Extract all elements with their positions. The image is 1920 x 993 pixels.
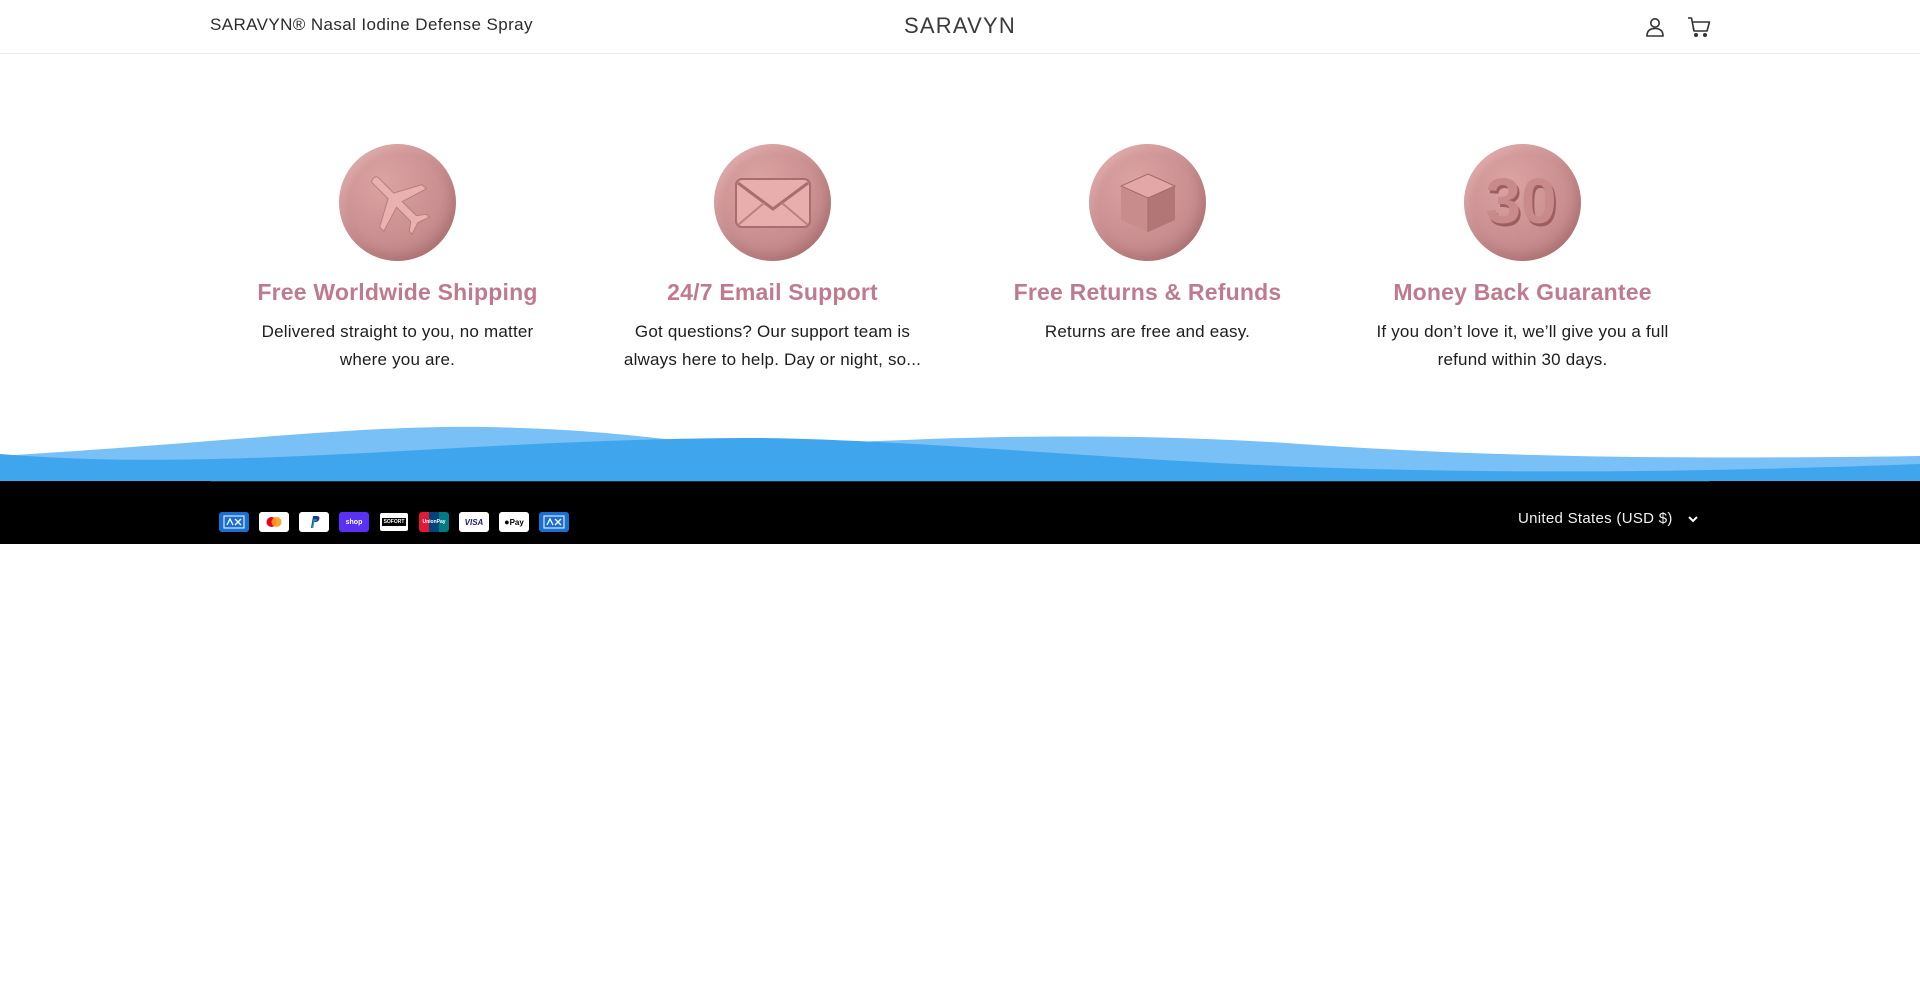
chevron-down-icon (1687, 515, 1698, 522)
visa-icon: VISA (459, 512, 489, 532)
feature-returns: Free Returns & Refunds Returns are free … (960, 144, 1335, 374)
cart-icon[interactable] (1684, 12, 1714, 42)
payment-methods: shop SOFORT UnionPay VISA ● Pay (219, 512, 569, 532)
badge-number: 30 (1485, 168, 1556, 237)
amex-icon (219, 512, 249, 532)
sofort-label: SOFORT (381, 518, 407, 526)
announcement-text[interactable]: SARAVYN® Nasal Iodine Defense Spray (210, 15, 533, 35)
box-icon (1089, 144, 1206, 261)
feature-text: Returns are free and easy. (1044, 322, 1251, 341)
sofort-icon: SOFORT (379, 512, 409, 532)
apple-pay-icon: ● Pay (499, 512, 529, 532)
feature-title: Free Returns & Refunds (1013, 279, 1282, 305)
thirty-days-icon: 30 30 (1464, 144, 1581, 261)
currency-selector[interactable]: United States (USD $) (1518, 510, 1699, 527)
unionpay-icon: UnionPay (419, 512, 449, 532)
feature-title: Money Back Guarantee (1393, 279, 1652, 305)
feature-shipping: Free Worldwide Shipping Delivered straig… (210, 144, 585, 374)
site-footer: shop SOFORT UnionPay VISA ● Pay United St… (0, 481, 1920, 544)
mastercard-icon (259, 512, 289, 532)
wave-divider (0, 426, 1920, 482)
apple-pay-label: Pay (509, 517, 524, 527)
features-row: Free Worldwide Shipping Delivered straig… (210, 144, 1710, 374)
currency-label: United States (USD $) (1518, 510, 1673, 527)
feature-text: If you don’t love it, we’ll give you a f… (1376, 322, 1669, 369)
site-header: SARAVYN® Nasal Iodine Defense Spray SARA… (0, 0, 1920, 54)
header-icons (1640, 12, 1714, 42)
feature-title: Free Worldwide Shipping (257, 279, 538, 305)
feature-title: 24/7 Email Support (667, 279, 878, 305)
paypal-icon (299, 512, 329, 532)
shop-pay-icon: shop (339, 512, 369, 532)
feature-support: 24/7 Email Support Got questions? Our su… (585, 144, 960, 374)
envelope-icon (714, 144, 831, 261)
feature-text: Delivered straight to you, no matter whe… (261, 322, 534, 369)
brand-logo[interactable]: SARAVYN (904, 13, 1016, 38)
feature-guarantee: 30 30 Money Back Guarantee If you don’t … (1335, 144, 1710, 374)
feature-text: Got questions? Our support team is alway… (623, 322, 922, 369)
amex-icon (539, 512, 569, 532)
account-icon[interactable] (1640, 12, 1670, 42)
footer-divider (210, 481, 1710, 482)
airplane-icon (339, 144, 456, 261)
